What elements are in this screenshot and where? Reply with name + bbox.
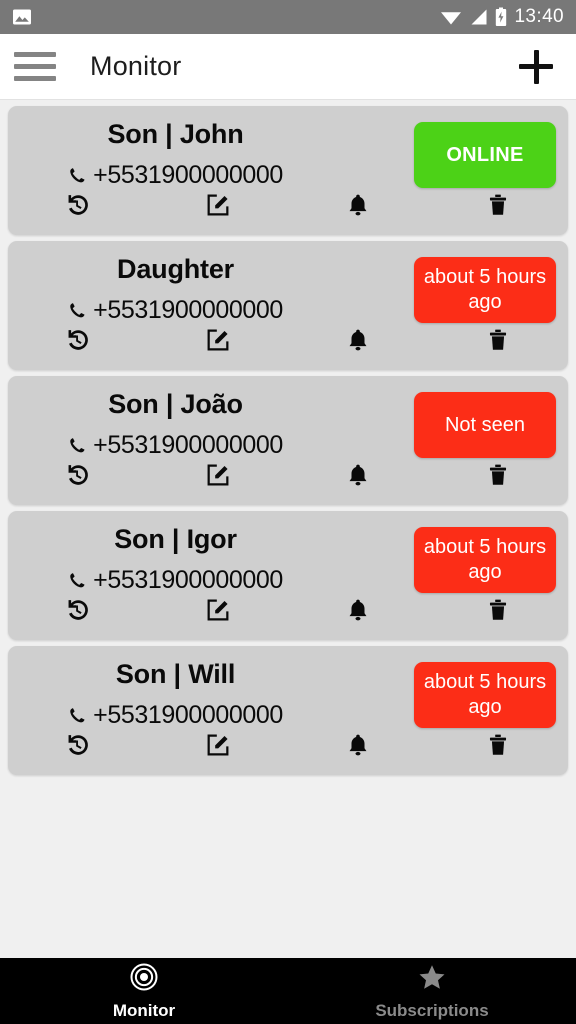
card-action-row bbox=[8, 590, 568, 630]
contact-name: Son | John bbox=[107, 119, 244, 149]
plus-icon[interactable] bbox=[513, 44, 559, 90]
phone-icon bbox=[68, 301, 87, 320]
status-bar-clock: 13:40 bbox=[514, 6, 564, 27]
status-badge[interactable]: about 5 hours ago bbox=[414, 662, 556, 728]
contact-name: Son | João bbox=[108, 389, 243, 419]
wifi-icon bbox=[440, 8, 462, 26]
card-action-row bbox=[8, 725, 568, 765]
bell-icon[interactable] bbox=[288, 320, 428, 360]
bell-icon[interactable] bbox=[288, 455, 428, 495]
hamburger-menu-icon[interactable] bbox=[12, 50, 58, 84]
status-badge[interactable]: ONLINE bbox=[414, 122, 556, 188]
card-action-row bbox=[8, 455, 568, 495]
status-bar-right: 13:40 bbox=[440, 7, 564, 27]
phone-icon bbox=[68, 706, 87, 725]
trash-icon[interactable] bbox=[428, 590, 568, 630]
cellular-signal-icon bbox=[469, 8, 488, 26]
history-icon[interactable] bbox=[8, 725, 148, 765]
bottom-navigation-bar: Monitor Subscriptions bbox=[0, 958, 576, 1024]
hamburger-bar bbox=[14, 76, 56, 81]
edit-icon[interactable] bbox=[148, 455, 288, 495]
bell-icon[interactable] bbox=[288, 725, 428, 765]
bell-icon[interactable] bbox=[288, 185, 428, 225]
edit-icon[interactable] bbox=[148, 320, 288, 360]
bell-icon[interactable] bbox=[288, 590, 428, 630]
phone-icon bbox=[68, 436, 87, 455]
status-badge[interactable]: Not seen bbox=[414, 392, 556, 458]
trash-icon[interactable] bbox=[428, 320, 568, 360]
phone-icon bbox=[68, 166, 87, 185]
status-badge[interactable]: about 5 hours ago bbox=[414, 527, 556, 593]
contact-name: Daughter bbox=[117, 254, 234, 284]
history-icon[interactable] bbox=[8, 320, 148, 360]
star-icon bbox=[417, 962, 447, 997]
edit-icon[interactable] bbox=[148, 725, 288, 765]
contact-card[interactable]: Son | João +5531900000000 Not seen bbox=[8, 376, 568, 505]
battery-icon bbox=[495, 7, 507, 27]
card-action-row bbox=[8, 185, 568, 225]
page-title: Monitor bbox=[90, 51, 182, 81]
history-icon[interactable] bbox=[8, 185, 148, 225]
status-badge[interactable]: about 5 hours ago bbox=[414, 257, 556, 323]
contact-card[interactable]: Daughter +5531900000000 about 5 hours ag… bbox=[8, 241, 568, 370]
nav-item-monitor[interactable]: Monitor bbox=[0, 958, 288, 1024]
trash-icon[interactable] bbox=[428, 455, 568, 495]
contact-card[interactable]: Son | Igor +5531900000000 about 5 hours … bbox=[8, 511, 568, 640]
history-icon[interactable] bbox=[8, 455, 148, 495]
edit-icon[interactable] bbox=[148, 185, 288, 225]
contact-card[interactable]: Son | Will +5531900000000 about 5 hours … bbox=[8, 646, 568, 775]
status-bar: 13:40 bbox=[0, 0, 576, 34]
nav-item-subscriptions[interactable]: Subscriptions bbox=[288, 958, 576, 1024]
status-bar-left bbox=[12, 7, 32, 27]
edit-icon[interactable] bbox=[148, 590, 288, 630]
contact-card[interactable]: Son | John +5531900000000 ONLINE bbox=[8, 106, 568, 235]
hamburger-bar bbox=[14, 52, 56, 57]
nav-label-monitor: Monitor bbox=[112, 1000, 176, 1020]
trash-icon[interactable] bbox=[428, 185, 568, 225]
app-bar: Monitor bbox=[0, 34, 576, 100]
contact-name: Son | Will bbox=[115, 659, 236, 689]
target-icon bbox=[129, 962, 159, 997]
contact-list: Son | John +5531900000000 ONLINE Daughte… bbox=[0, 100, 576, 775]
card-action-row bbox=[8, 320, 568, 360]
phone-icon bbox=[68, 571, 87, 590]
image-icon bbox=[12, 7, 32, 27]
contact-name: Son | Igor bbox=[114, 524, 237, 554]
trash-icon[interactable] bbox=[428, 725, 568, 765]
history-icon[interactable] bbox=[8, 590, 148, 630]
hamburger-bar bbox=[14, 64, 56, 69]
nav-label-subscriptions: Subscriptions bbox=[375, 1000, 489, 1020]
